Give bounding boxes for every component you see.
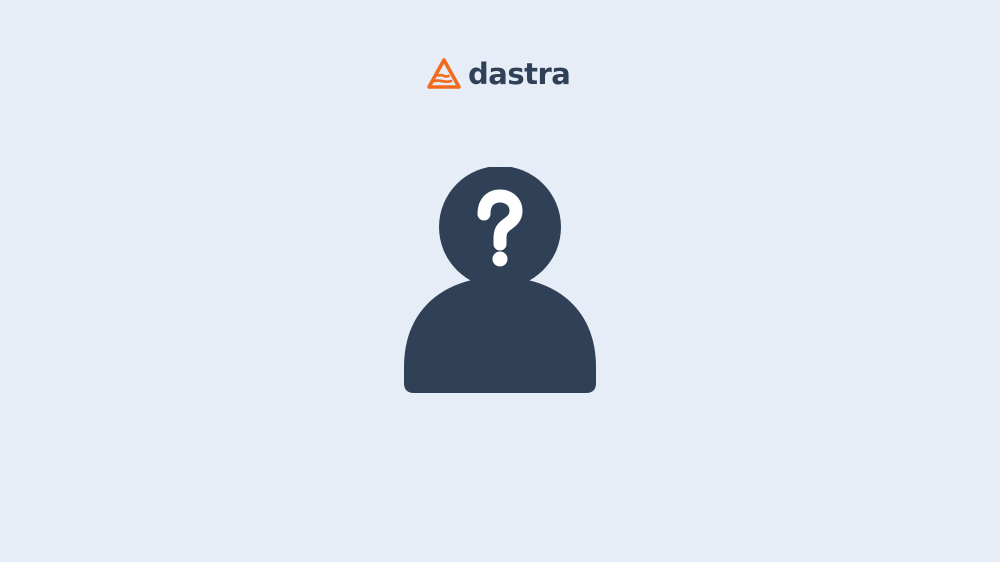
brand-name: dastra: [468, 57, 571, 91]
person-body: [404, 277, 596, 393]
dastra-mountain-logo-icon: [427, 58, 461, 89]
splash-screen: dastra: [0, 0, 1000, 562]
brand-logo: dastra: [426, 56, 571, 92]
unknown-person-icon: [402, 167, 598, 395]
